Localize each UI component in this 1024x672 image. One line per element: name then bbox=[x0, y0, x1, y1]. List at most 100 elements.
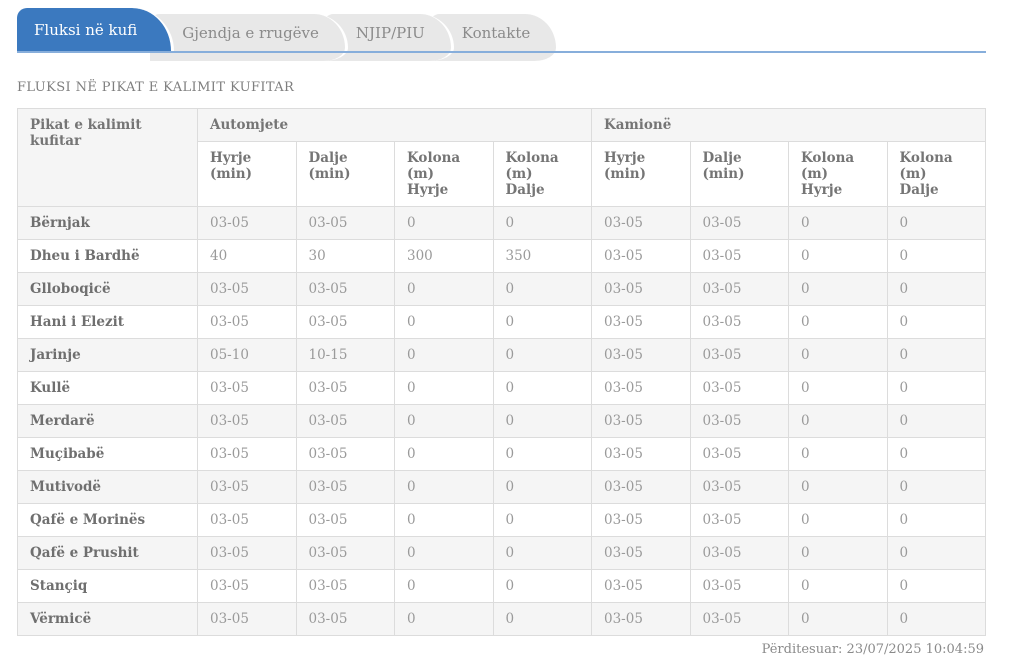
cell-value: 03-05 bbox=[591, 437, 691, 471]
cell-value: 0 bbox=[886, 536, 986, 570]
table-row: Bërnjak 03-05 03-05 0 0 03-05 03-05 0 0 bbox=[17, 206, 986, 240]
cell-value: 0 bbox=[394, 371, 494, 405]
table-row: Qafë e Prushit 03-05 03-05 0 0 03-05 03-05 0 0 bbox=[17, 536, 986, 570]
table-row: Jarinje 05-10 10-15 0 0 03-05 03-05 0 0 bbox=[17, 338, 986, 372]
column-header: Kolona (m) Dalje bbox=[886, 141, 986, 207]
cell-value: 0 bbox=[788, 272, 888, 306]
cell-value: 03-05 bbox=[197, 272, 297, 306]
cell-value: 0 bbox=[492, 272, 592, 306]
cell-value: 03-05 bbox=[689, 305, 789, 339]
table-row: Glloboqicë 03-05 03-05 0 0 03-05 03-05 0 0 bbox=[17, 272, 986, 306]
column-header: Dalje (min) bbox=[295, 141, 395, 207]
cell-value: 0 bbox=[788, 437, 888, 471]
column-header: Hyrje (min) bbox=[591, 141, 691, 207]
crossing-point-name: Bërnjak bbox=[17, 206, 198, 240]
cell-value: 03-05 bbox=[197, 206, 297, 240]
cell-value: 0 bbox=[492, 470, 592, 504]
column-header: Dalje (min) bbox=[689, 141, 789, 207]
cell-value: 350 bbox=[492, 239, 592, 273]
crossing-point-name: Qafë e Morinës bbox=[17, 503, 198, 537]
crossing-point-name: Stançiq bbox=[17, 569, 198, 603]
cell-value: 03-05 bbox=[197, 602, 297, 636]
cell-value: 0 bbox=[492, 404, 592, 438]
cell-value: 0 bbox=[394, 503, 494, 537]
cell-value: 0 bbox=[886, 437, 986, 471]
cell-value: 0 bbox=[886, 470, 986, 504]
cell-value: 03-05 bbox=[689, 437, 789, 471]
cell-value: 0 bbox=[788, 503, 888, 537]
tab-bar: Fluksi në kufi Gjendja e rrugëve NJIP/PIU K… bbox=[17, 8, 986, 61]
table-row: Qafë e Morinës 03-05 03-05 0 0 03-05 03-05 0 0 bbox=[17, 503, 986, 537]
cell-value: 05-10 bbox=[197, 338, 297, 372]
cell-value: 03-05 bbox=[197, 470, 297, 504]
crossing-point-name: Hani i Elezit bbox=[17, 305, 198, 339]
cell-value: 03-05 bbox=[591, 602, 691, 636]
cell-value: 03-05 bbox=[689, 470, 789, 504]
cell-value: 0 bbox=[788, 305, 888, 339]
cell-value: 0 bbox=[394, 305, 494, 339]
tab-gjendja-e-rrugeve[interactable]: Gjendja e rrugëve bbox=[150, 14, 348, 61]
cell-value: 03-05 bbox=[591, 272, 691, 306]
cell-value: 03-05 bbox=[197, 536, 297, 570]
cell-value: 0 bbox=[788, 404, 888, 438]
cell-value: 03-05 bbox=[591, 338, 691, 372]
cell-value: 0 bbox=[394, 338, 494, 372]
page: Fluksi në kufi Gjendja e rrugëve NJIP/PIU K… bbox=[0, 0, 1008, 665]
cell-value: 03-05 bbox=[197, 503, 297, 537]
cell-value: 03-05 bbox=[689, 272, 789, 306]
cell-value: 03-05 bbox=[591, 206, 691, 240]
crossing-point-name: Jarinje bbox=[17, 338, 198, 372]
tab-fluksi-ne-kufi[interactable]: Fluksi në kufi bbox=[17, 8, 175, 51]
cell-value: 03-05 bbox=[689, 206, 789, 240]
cell-value: 03-05 bbox=[295, 371, 395, 405]
cell-value: 03-05 bbox=[591, 470, 691, 504]
cell-value: 03-05 bbox=[689, 602, 789, 636]
crossing-point-name: Vërmicë bbox=[17, 602, 198, 636]
last-updated-text: Përditesuar: 23/07/2025 10:04:59 bbox=[761, 642, 984, 657]
table-header: Pikat e kalimit kufitar Automjete Kamion… bbox=[17, 108, 986, 207]
cell-value: 03-05 bbox=[295, 602, 395, 636]
cell-value: 0 bbox=[886, 239, 986, 273]
cell-value: 10-15 bbox=[295, 338, 395, 372]
cell-value: 0 bbox=[492, 602, 592, 636]
cell-value: 03-05 bbox=[591, 239, 691, 273]
cell-value: 0 bbox=[492, 206, 592, 240]
crossing-point-name: Mutivodë bbox=[17, 470, 198, 504]
cell-value: 0 bbox=[788, 602, 888, 636]
table-row: Mutivodë 03-05 03-05 0 0 03-05 03-05 0 0 bbox=[17, 470, 986, 504]
border-flow-table: Pikat e kalimit kufitar Automjete Kamion… bbox=[17, 108, 986, 636]
cell-value: 0 bbox=[394, 602, 494, 636]
cell-value: 0 bbox=[788, 338, 888, 372]
cell-value: 0 bbox=[492, 371, 592, 405]
column-header: Kolona (m) Dalje bbox=[492, 141, 592, 207]
cell-value: 0 bbox=[886, 503, 986, 537]
page-title: FLUKSI NË PIKAT E KALIMIT KUFITAR bbox=[17, 80, 295, 95]
column-header: Hyrje (min) bbox=[197, 141, 297, 207]
crossing-point-name: Merdarë bbox=[17, 404, 198, 438]
cell-value: 03-05 bbox=[689, 371, 789, 405]
cell-value: 03-05 bbox=[197, 404, 297, 438]
cell-value: 40 bbox=[197, 239, 297, 273]
cell-value: 03-05 bbox=[295, 404, 395, 438]
cell-value: 03-05 bbox=[591, 569, 691, 603]
cell-value: 300 bbox=[394, 239, 494, 273]
cell-value: 30 bbox=[295, 239, 395, 273]
column-header: Kolona (m) Hyrje bbox=[788, 141, 888, 207]
cell-value: 03-05 bbox=[295, 503, 395, 537]
cell-value: 03-05 bbox=[591, 371, 691, 405]
cell-value: 0 bbox=[886, 338, 986, 372]
cell-value: 0 bbox=[886, 272, 986, 306]
group-header-vehicles: Automjete bbox=[197, 108, 592, 142]
cell-value: 0 bbox=[788, 536, 888, 570]
cell-value: 03-05 bbox=[689, 503, 789, 537]
table-row: Hani i Elezit 03-05 03-05 0 0 03-05 03-05 0 0 bbox=[17, 305, 986, 339]
column-header-crossing-points: Pikat e kalimit kufitar bbox=[17, 108, 198, 207]
crossing-point-name: Kullë bbox=[17, 371, 198, 405]
cell-value: 0 bbox=[886, 602, 986, 636]
cell-value: 0 bbox=[394, 206, 494, 240]
cell-value: 0 bbox=[394, 404, 494, 438]
cell-value: 03-05 bbox=[689, 404, 789, 438]
cell-value: 0 bbox=[492, 305, 592, 339]
cell-value: 03-05 bbox=[295, 206, 395, 240]
cell-value: 0 bbox=[788, 569, 888, 603]
